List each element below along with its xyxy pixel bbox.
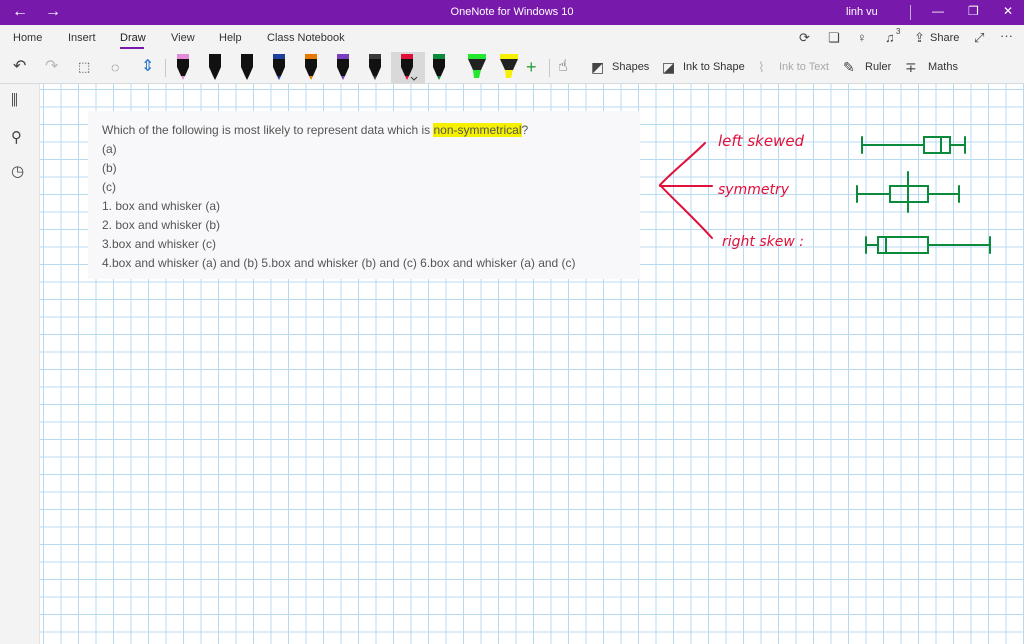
question-suffix: ? — [521, 123, 529, 137]
search-icon[interactable]: ⚲ — [11, 128, 22, 146]
tab-home[interactable]: Home — [13, 32, 42, 44]
pen-palette — [177, 54, 518, 81]
notification-count: 3 — [896, 27, 901, 36]
ruler-icon[interactable]: ✎ — [843, 58, 855, 76]
pen-green[interactable] — [433, 54, 445, 80]
shapes-icon[interactable]: ◩ — [591, 58, 604, 76]
restore-button[interactable]: ❐ — [968, 4, 979, 18]
question-prefix: Which of the following is most likely to… — [102, 123, 434, 137]
option-line: 4.box and whisker (a) and (b) 5.box and … — [102, 256, 576, 270]
menu-bar: Home Insert Draw View Help Class Noteboo… — [0, 25, 1024, 51]
tab-insert[interactable]: Insert — [68, 32, 96, 44]
shapes-button[interactable]: Shapes — [612, 61, 649, 73]
ink-to-text-button[interactable]: Ink to Text — [779, 61, 829, 73]
user-name[interactable]: linh vu — [846, 6, 878, 18]
touch-draw-icon[interactable]: ☝ — [558, 58, 568, 76]
more-options-icon[interactable]: ··· — [1000, 28, 1013, 43]
notification-bell-icon[interactable]: ♫ — [885, 30, 895, 45]
pen-red[interactable] — [401, 54, 413, 80]
pen-orange[interactable] — [305, 54, 317, 80]
option-line: (a) — [102, 142, 117, 156]
highlighted-text: non-symmetrical — [433, 123, 522, 137]
recent-clock-icon[interactable]: ◷ — [11, 162, 24, 180]
pen-black-1[interactable] — [209, 54, 221, 80]
ruler-button[interactable]: Ruler — [865, 61, 891, 73]
pen-black-2[interactable] — [241, 54, 253, 80]
active-tab-indicator — [120, 47, 144, 49]
left-sidebar: ⫼ ⚲ ◷ — [0, 84, 40, 644]
close-button[interactable]: ✕ — [1003, 4, 1013, 18]
pen-dark[interactable] — [369, 54, 381, 80]
page-view-icon[interactable]: ❏ — [828, 30, 840, 46]
highlighter-yellow[interactable] — [500, 54, 518, 78]
pen-blue[interactable] — [273, 54, 285, 80]
pen-purple[interactable] — [337, 54, 349, 80]
toolbar-separator-2 — [549, 59, 550, 77]
share-icon[interactable]: ⇪ — [914, 30, 925, 46]
lightbulb-icon[interactable]: ♀ — [857, 30, 867, 45]
title-separator — [910, 5, 911, 20]
option-line: (c) — [102, 180, 116, 194]
sync-icon[interactable]: ⟳ — [799, 30, 810, 46]
add-pen-icon[interactable]: + — [526, 58, 537, 76]
minimize-button[interactable]: — — [932, 4, 944, 18]
fullscreen-icon[interactable]: ⤢ — [974, 30, 984, 46]
tab-view[interactable]: View — [171, 32, 195, 44]
option-line: 2. box and whisker (b) — [102, 218, 221, 232]
pen-options-chevron-down-icon[interactable] — [410, 76, 418, 81]
share-button[interactable]: Share — [930, 32, 959, 44]
question-text: Which of the following is most likely to… — [102, 123, 528, 137]
title-bar: ← → OneNote for Windows 10 linh vu — ❐ ✕ — [0, 0, 1024, 25]
pen-pink[interactable] — [177, 54, 189, 80]
option-line: 1. box and whisker (a) — [102, 199, 221, 213]
draw-toolbar: ↶ ↷ ⬚ ◌ ⇕ + ☝ ◩ Shapes ◪ Ink to Shape ⌇ … — [0, 51, 1024, 84]
option-line: 3.box and whisker (c) — [102, 237, 217, 251]
tab-help[interactable]: Help — [219, 32, 242, 44]
maths-button[interactable]: Maths — [928, 61, 958, 73]
ink-to-text-icon[interactable]: ⌇ — [758, 58, 765, 76]
maths-icon[interactable]: ∓ — [905, 58, 917, 76]
highlighter-green[interactable] — [468, 54, 486, 78]
notebooks-icon[interactable]: ⫼ — [11, 92, 18, 109]
tab-class-notebook[interactable]: Class Notebook — [267, 32, 345, 44]
ink-to-shape-button[interactable]: Ink to Shape — [683, 61, 745, 73]
option-line: (b) — [102, 161, 117, 175]
tab-draw[interactable]: Draw — [120, 32, 146, 44]
ink-to-shape-icon[interactable]: ◪ — [662, 58, 675, 76]
